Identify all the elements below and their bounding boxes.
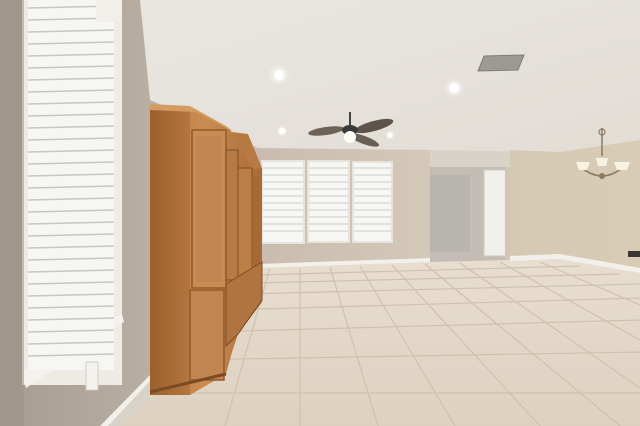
back-window-3: [352, 161, 393, 243]
wall-corner-edge: [0, 0, 24, 426]
hallway-wall: [430, 175, 470, 252]
hallway-door: [483, 169, 507, 257]
left-window-blinds: [27, 0, 115, 370]
ceiling-vent: [477, 54, 525, 72]
back-window-2: [307, 160, 350, 243]
right-wall: [510, 140, 640, 272]
wall-outlet: [85, 361, 99, 391]
blind-cord: [96, 0, 122, 22]
room-photo: [0, 0, 640, 426]
counter-edge: [628, 251, 640, 257]
back-window-1: [261, 160, 305, 244]
